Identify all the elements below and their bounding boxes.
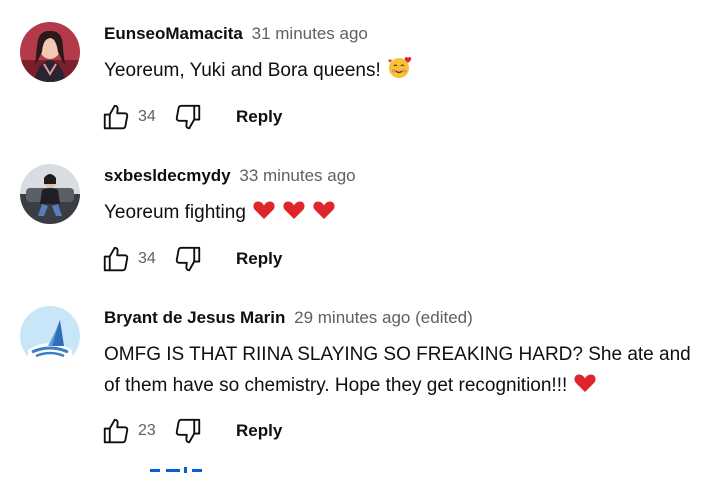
like-count: 23	[138, 422, 156, 439]
comment-text: OMFG IS THAT RIINA SLAYING SO FREAKING H…	[104, 339, 708, 404]
dislike-button[interactable]	[172, 243, 204, 275]
comment-timestamp[interactable]: 31 minutes ago	[252, 24, 368, 43]
comment-header: sxbesldecmydy 33 minutes ago	[104, 166, 356, 186]
red-heart-icon	[573, 372, 597, 404]
reply-button[interactable]: Reply	[236, 421, 282, 441]
comment-timestamp[interactable]: 29 minutes ago	[294, 308, 410, 327]
red-heart-icon	[282, 199, 306, 231]
like-button[interactable]	[100, 101, 132, 133]
reply-button[interactable]: Reply	[236, 107, 282, 127]
comment-text: Yeoreum fighting	[104, 197, 708, 231]
thumbs-down-icon	[175, 104, 201, 130]
comment-timestamp[interactable]: 33 minutes ago	[239, 166, 355, 185]
comment-text-line: Yeoreum fighting	[104, 202, 246, 223]
comment-text-line: OMFG IS THAT RIINA SLAYING SO FREAKING H…	[104, 344, 691, 365]
avatar[interactable]	[20, 22, 80, 82]
avatar[interactable]	[20, 164, 80, 224]
comment-text-line-2: of them have so chemistry. Hope they get…	[104, 370, 708, 404]
avatar[interactable]	[20, 306, 80, 366]
comment-actions: 34 Reply	[100, 100, 282, 134]
comment-text-line: of them have so chemistry. Hope they get…	[104, 375, 568, 396]
dislike-button[interactable]	[172, 415, 204, 447]
author-name[interactable]: EunseoMamacita	[104, 24, 243, 43]
thumbs-up-icon	[103, 104, 129, 130]
comment-actions: 34 Reply	[100, 242, 282, 276]
like-button[interactable]	[100, 243, 132, 275]
like-button[interactable]	[100, 415, 132, 447]
comment-text-line: Yeoreum, Yuki and Bora queens!	[104, 60, 381, 81]
author-name[interactable]: sxbesldecmydy	[104, 166, 231, 185]
red-heart-icon	[252, 199, 276, 231]
edited-label: (edited)	[415, 308, 473, 327]
like-count: 34	[138, 250, 156, 267]
reply-button[interactable]: Reply	[236, 249, 282, 269]
comment-text: Yeoreum, Yuki and Bora queens!	[104, 55, 708, 89]
view-replies-toggle[interactable]	[150, 466, 210, 478]
comment-actions: 23 Reply	[100, 414, 282, 448]
dislike-button[interactable]	[172, 101, 204, 133]
comment-header: EunseoMamacita 31 minutes ago	[104, 24, 368, 44]
comment-header: Bryant de Jesus Marin 29 minutes ago (ed…	[104, 308, 473, 328]
thumbs-down-icon	[175, 246, 201, 272]
thumbs-up-icon	[103, 246, 129, 272]
smiling-face-with-hearts-icon	[387, 55, 413, 89]
thumbs-down-icon	[175, 418, 201, 444]
like-count: 34	[138, 108, 156, 125]
red-heart-icon	[312, 199, 336, 231]
thumbs-up-icon	[103, 418, 129, 444]
author-name[interactable]: Bryant de Jesus Marin	[104, 308, 285, 327]
